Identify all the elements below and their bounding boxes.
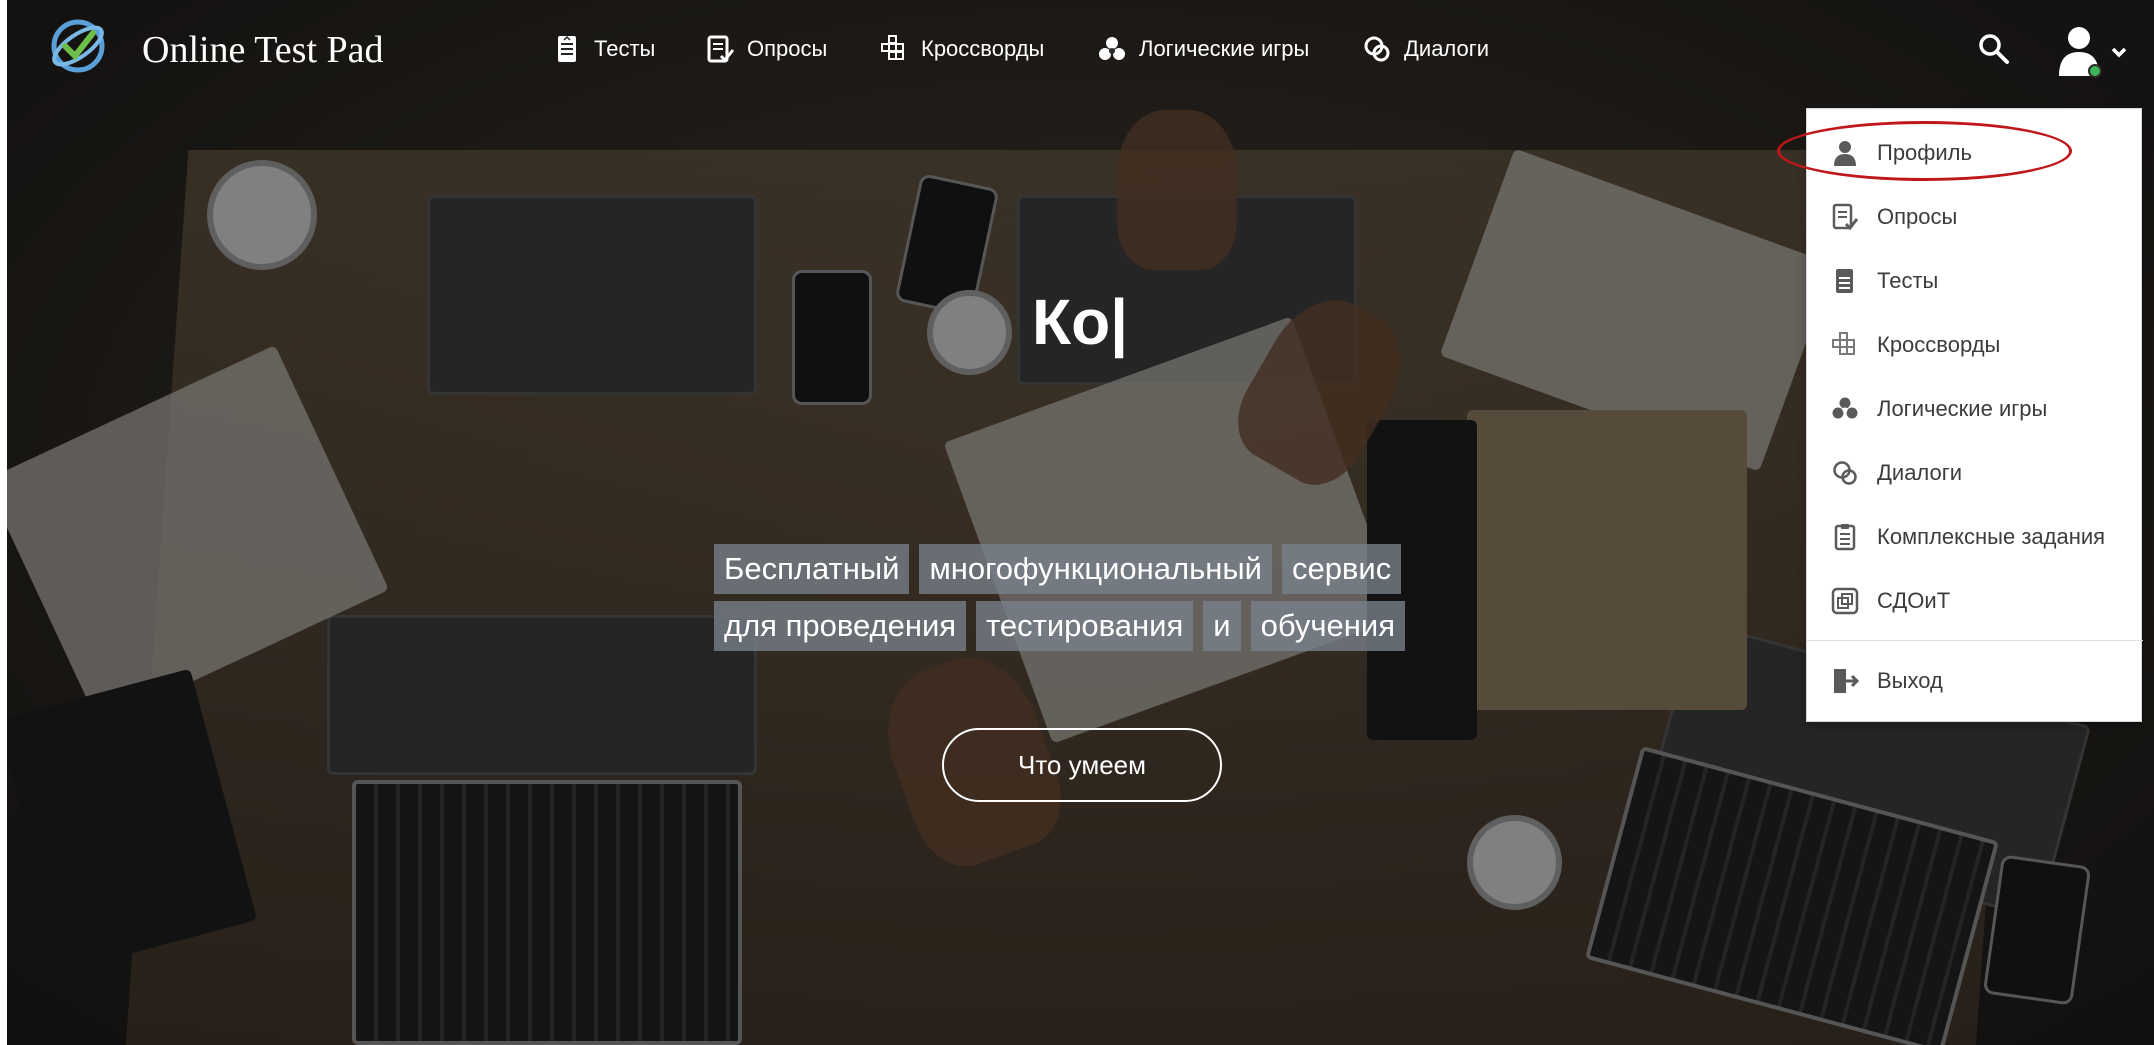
- dialogs-icon: [1364, 36, 1390, 62]
- nav-polls[interactable]: Опросы: [705, 34, 827, 64]
- menu-item-label: Выход: [1877, 668, 1943, 693]
- search-icon: [1979, 34, 2009, 64]
- menu-item-logout[interactable]: Выход: [1807, 656, 2143, 706]
- menu-item-label: СДОиТ: [1877, 588, 1951, 613]
- tagline-chip: обучения: [1250, 601, 1406, 651]
- nav-tests[interactable]: Тесты: [552, 34, 655, 64]
- menu-item-label: Логические игры: [1877, 396, 2048, 421]
- poll-icon: [707, 35, 735, 63]
- profile-highlight-annotation: [1777, 121, 2072, 181]
- menu-item-tests[interactable]: Тесты: [1807, 256, 2143, 306]
- menu-item-polls[interactable]: Опросы: [1807, 192, 2143, 242]
- menu-item-label: Диалоги: [1877, 460, 1963, 485]
- sdoit-icon: [1831, 587, 1859, 615]
- logo-text[interactable]: Online Test Pad: [142, 28, 384, 72]
- test-doc-icon: [1836, 269, 1853, 293]
- poll-icon: [1832, 203, 1859, 231]
- tagline-line-2: для проведения тестирования и обучения: [714, 601, 1406, 651]
- typed-headline: Ко|: [1032, 286, 1129, 358]
- menu-item-label: Кроссворды: [1877, 332, 2001, 357]
- menu-divider: [1807, 640, 2143, 641]
- complex-tasks-icon: [1834, 524, 1856, 551]
- nav-crosswords-label: Кроссворды: [921, 36, 1045, 61]
- logout-icon: [1834, 669, 1859, 693]
- logo-icon[interactable]: [47, 15, 109, 77]
- dialogs-icon: [1833, 461, 1857, 485]
- tagline-chip: сервис: [1281, 544, 1402, 594]
- user-avatar-icon: [2059, 27, 2127, 78]
- nav-polls-label: Опросы: [747, 36, 828, 61]
- tagline-chip: для проведения: [714, 601, 967, 651]
- logic-games-icon: [1099, 37, 1125, 60]
- search-button[interactable]: [1977, 32, 2011, 66]
- nav-dialogs-label: Диалоги: [1404, 36, 1490, 61]
- what-we-do-button[interactable]: Что умеем: [942, 728, 1222, 802]
- menu-item-logic-games[interactable]: Логические игры: [1807, 384, 2143, 434]
- menu-item-label: Комплексные задания: [1877, 524, 2106, 549]
- tagline-chip: Бесплатный: [714, 544, 910, 594]
- test-doc-icon: [558, 35, 576, 62]
- menu-item-dialogs[interactable]: Диалоги: [1807, 448, 2143, 498]
- tagline-chip: и: [1203, 601, 1241, 651]
- menu-item-complex-tasks[interactable]: Комплексные задания: [1807, 512, 2143, 562]
- nav-logic-games-label: Логические игры: [1139, 36, 1310, 61]
- menu-item-label: Тесты: [1877, 268, 1939, 293]
- menu-item-sdoit[interactable]: СДОиТ: [1807, 576, 2143, 626]
- nav-logic-games[interactable]: Логические игры: [1097, 34, 1309, 64]
- user-menu-button[interactable]: [2057, 24, 2132, 80]
- nav-crosswords[interactable]: Кроссворды: [879, 34, 1044, 64]
- tagline-line-1: Бесплатный многофункциональный сервис: [714, 544, 1402, 594]
- menu-item-crosswords[interactable]: Кроссворды: [1807, 320, 2143, 370]
- crossword-icon: [1832, 332, 1855, 355]
- crossword-icon: [881, 35, 904, 60]
- nav-tests-label: Тесты: [594, 36, 656, 61]
- logic-games-icon: [1832, 397, 1858, 419]
- tagline-chip: многофункциональный: [919, 544, 1272, 594]
- user-dropdown-menu: Профиль Опросы Тесты Кроссворды Логическ…: [1806, 108, 2143, 722]
- top-navbar: Online Test Pad Тесты Опросы Кроссворды …: [7, 0, 2154, 110]
- menu-item-label: Опросы: [1877, 204, 1958, 229]
- nav-dialogs[interactable]: Диалоги: [1362, 34, 1489, 64]
- tagline-chip: тестирования: [976, 601, 1194, 651]
